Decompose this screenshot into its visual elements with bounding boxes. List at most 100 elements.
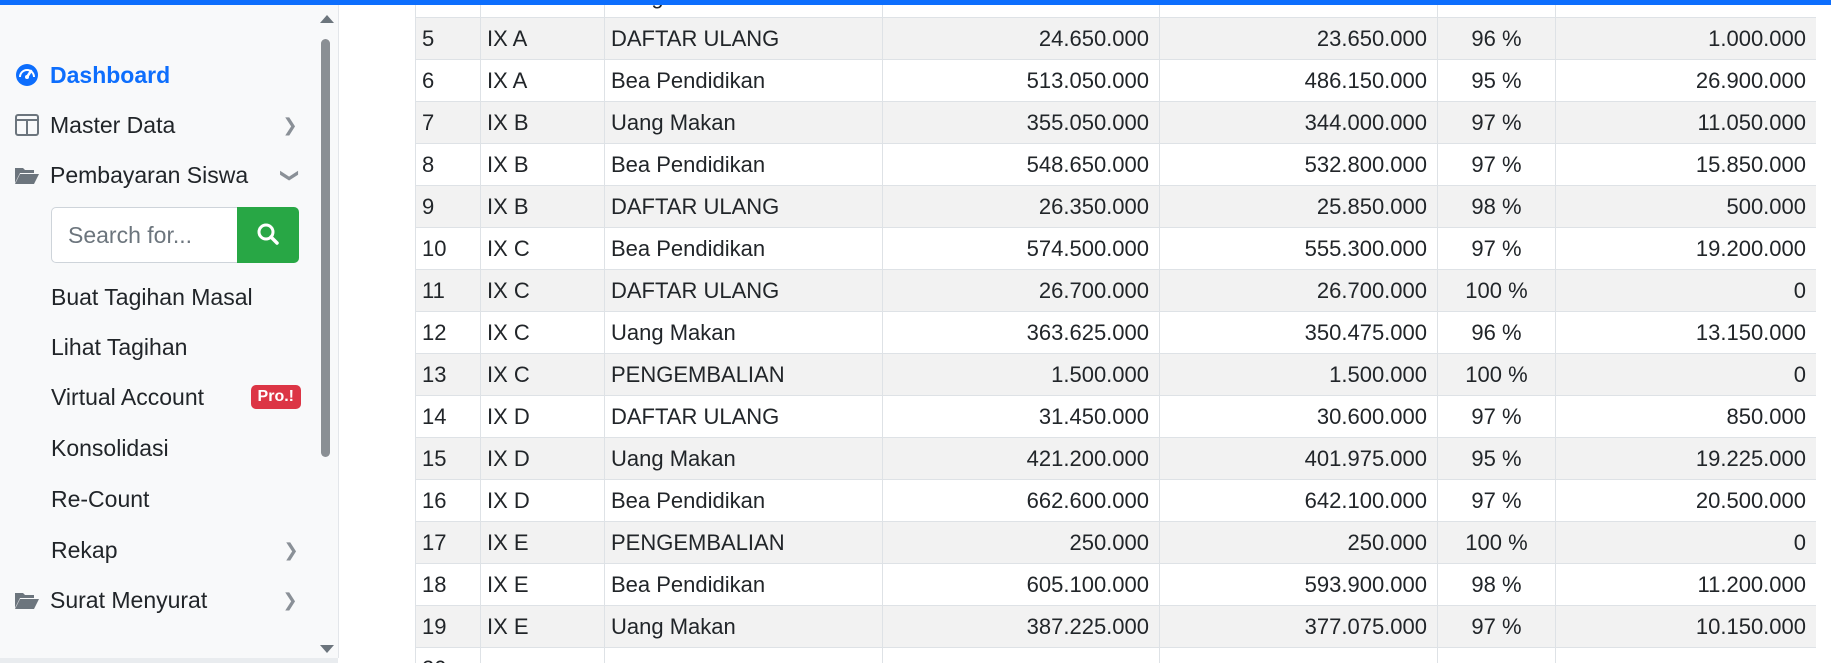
payment-type-cell: PENGEMBALIAN [604, 353, 883, 396]
table-row: 19 IX E Uang Makan 387.225.000 377.075.000 97… [415, 605, 1816, 648]
billed-amount-cell: 421.200.000 [882, 437, 1160, 480]
sidebar: Dashboard Master Data ❯ Pembayaran Siswa… [0, 5, 339, 658]
chevron-right-icon: ❯ [282, 114, 298, 135]
payment-type-cell: Uang Makan [604, 5, 883, 18]
row-number-cell: 8 [415, 143, 481, 186]
row-number-cell: 13 [415, 353, 481, 396]
paid-amount-cell: 486.150.000 [1159, 59, 1438, 102]
paid-amount-cell: 250.000 [1159, 521, 1438, 564]
submenu-virtual-account[interactable]: Virtual Account Pro.! [51, 375, 311, 419]
scroll-down-arrow-icon[interactable] [320, 645, 334, 653]
percentage-cell: 96 % [1437, 311, 1556, 354]
table-row: 5 IX A DAFTAR ULANG 24.650.000 23.650.000 96 … [415, 17, 1816, 60]
class-cell: IX D [480, 395, 605, 438]
gauge-icon [14, 62, 40, 88]
class-cell: IX B [480, 185, 605, 228]
billed-amount-cell [882, 5, 1160, 18]
chevron-right-icon: ❯ [282, 589, 298, 610]
table-row: 17 IX E PENGEMBALIAN 250.000 250.000 100 % 0 [415, 521, 1816, 564]
sidebar-item-master-data[interactable]: Master Data ❯ [0, 103, 310, 147]
sidebar-item-label: Pembayaran Siswa [50, 161, 249, 188]
class-cell: IX C [480, 353, 605, 396]
class-cell: IX B [480, 101, 605, 144]
payment-type-cell: Bea Pendidikan [604, 143, 883, 186]
percentage-cell: 96 % [1437, 17, 1556, 60]
scroll-up-arrow-icon[interactable] [320, 15, 334, 23]
table-row: 9 IX B DAFTAR ULANG 26.350.000 25.850.000 98 … [415, 185, 1816, 228]
table-body: 4IX AUang Makan5IX ADAFTAR ULANG24.650.0… [415, 5, 1816, 663]
table-row: 6 IX A Bea Pendidikan 513.050.000 486.150.00… [415, 59, 1816, 102]
class-cell: IX D [480, 479, 605, 522]
payment-type-cell: Uang Makan [604, 311, 883, 354]
search-input[interactable] [51, 207, 237, 263]
billed-amount-cell: 26.350.000 [882, 185, 1160, 228]
table-row: 4IX AUang Makan [415, 5, 1816, 18]
submenu-konsolidasi[interactable]: Konsolidasi [51, 426, 311, 470]
row-number-cell: 11 [415, 269, 481, 312]
billed-amount-cell: 548.650.000 [882, 143, 1160, 186]
billed-amount-cell: 24.650.000 [882, 17, 1160, 60]
submenu-buat-tagihan-masal[interactable]: Buat Tagihan Masal [51, 275, 311, 319]
class-cell: IX C [480, 311, 605, 354]
submenu-rekap[interactable]: Rekap ❯ [51, 528, 311, 572]
payment-type-cell: Bea Pendidikan [604, 563, 883, 606]
billed-amount-cell: 363.625.000 [882, 311, 1160, 354]
percentage-cell [1437, 5, 1556, 18]
table-row: 18 IX E Bea Pendidikan 605.100.000 593.900.0… [415, 563, 1816, 606]
percentage-cell: 97 % [1437, 101, 1556, 144]
class-cell: IX D [480, 437, 605, 480]
billed-amount-cell [882, 647, 1160, 663]
outstanding-cell: 0 [1555, 521, 1816, 564]
submenu-re-count[interactable]: Re-Count [51, 477, 311, 521]
payment-type-cell: DAFTAR ULANG [604, 185, 883, 228]
sidebar-item-pembayaran-siswa[interactable]: Pembayaran Siswa ❯ [0, 153, 310, 197]
paid-amount-cell: 532.800.000 [1159, 143, 1438, 186]
payment-type-cell: DAFTAR ULANG [604, 395, 883, 438]
sidebar-item-dashboard[interactable]: Dashboard [0, 53, 310, 97]
sidebar-search [51, 207, 299, 263]
paid-amount-cell [1159, 647, 1438, 663]
payment-type-cell: PENGEMBALIAN [604, 521, 883, 564]
scrollbar-thumb[interactable] [321, 39, 330, 457]
percentage-cell: 98 % [1437, 185, 1556, 228]
payment-type-cell: Uang Makan [604, 437, 883, 480]
class-cell [480, 647, 605, 663]
paid-amount-cell: 26.700.000 [1159, 269, 1438, 312]
percentage-cell: 100 % [1437, 269, 1556, 312]
class-cell: IX A [480, 17, 605, 60]
table-row: 14 IX D DAFTAR ULANG 31.450.000 30.600.000 97… [415, 395, 1816, 438]
percentage-cell: 97 % [1437, 227, 1556, 270]
payment-type-cell: Uang Makan [604, 101, 883, 144]
row-number-cell: 16 [415, 479, 481, 522]
sidebar-item-label: Dashboard [50, 61, 171, 88]
percentage-cell: 97 % [1437, 479, 1556, 522]
payment-recap-table-container: 4IX AUang Makan5IX ADAFTAR ULANG24.650.0… [415, 5, 1816, 663]
outstanding-cell: 26.900.000 [1555, 59, 1816, 102]
paid-amount-cell: 377.075.000 [1159, 605, 1438, 648]
sidebar-footer-edge [0, 658, 338, 663]
class-cell: IX C [480, 269, 605, 312]
search-button[interactable] [237, 207, 299, 263]
folder-open-icon [14, 162, 40, 188]
row-number-cell: 10 [415, 227, 481, 270]
outstanding-cell: 1.000.000 [1555, 17, 1816, 60]
paid-amount-cell: 23.650.000 [1159, 17, 1438, 60]
class-cell: IX C [480, 227, 605, 270]
outstanding-cell: 11.200.000 [1555, 563, 1816, 606]
percentage-cell [1437, 647, 1556, 663]
table-row: 15 IX D Uang Makan 421.200.000 401.975.000 95… [415, 437, 1816, 480]
payment-type-cell: DAFTAR ULANG [604, 269, 883, 312]
sidebar-scrollbar[interactable] [318, 13, 334, 658]
submenu-lihat-tagihan[interactable]: Lihat Tagihan [51, 325, 311, 369]
outstanding-cell: 0 [1555, 353, 1816, 396]
table-row: 20 [415, 647, 1816, 663]
row-number-cell: 4 [415, 5, 481, 18]
paid-amount-cell: 25.850.000 [1159, 185, 1438, 228]
submenu-label: Virtual Account [51, 383, 205, 410]
payment-type-cell: Bea Pendidikan [604, 227, 883, 270]
class-cell: IX E [480, 605, 605, 648]
outstanding-cell: 13.150.000 [1555, 311, 1816, 354]
paid-amount-cell: 344.000.000 [1159, 101, 1438, 144]
sidebar-item-surat-menyurat[interactable]: Surat Menyurat ❯ [0, 578, 310, 622]
chevron-down-icon: ❯ [280, 167, 301, 183]
